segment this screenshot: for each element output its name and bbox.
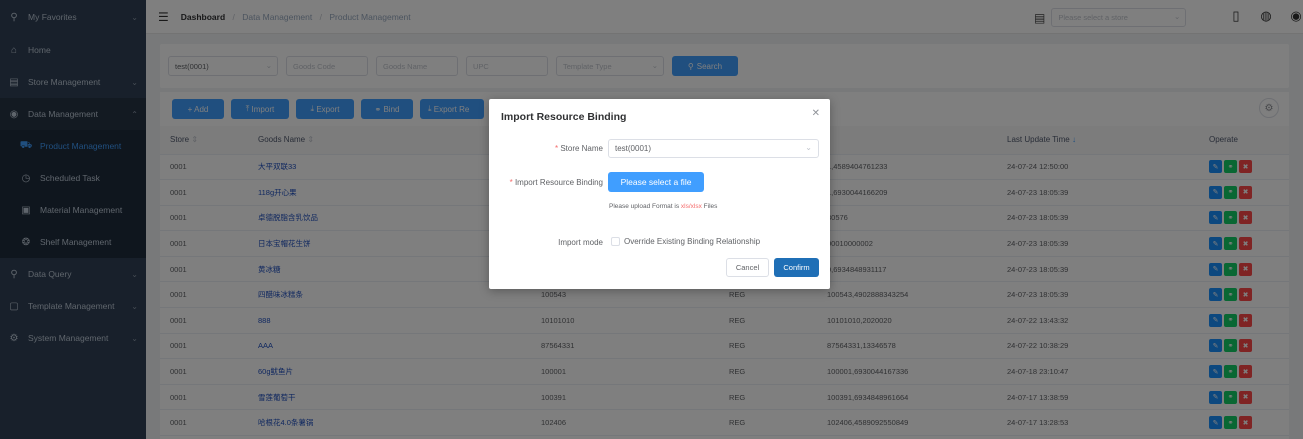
dialog-store-select[interactable]: test(0001) ⌄	[608, 139, 819, 158]
dialog-title: Import Resource Binding	[501, 111, 627, 123]
upload-format-tip: Please upload Format is xls/xlsx Files	[609, 203, 718, 210]
override-checkbox-label: Override Existing Binding Relationship	[624, 237, 761, 246]
dialog-store-value: test(0001)	[615, 144, 652, 153]
import-resource-binding-dialog: Import Resource Binding ✕ * Store Name t…	[489, 99, 830, 289]
chevron-down-icon: ⌄	[805, 143, 812, 152]
close-icon[interactable]: ✕	[812, 108, 820, 119]
import-resource-binding-label: * Import Resource Binding	[509, 178, 603, 187]
import-mode-label: Import mode	[558, 238, 603, 247]
override-checkbox[interactable]: Override Existing Binding Relationship	[611, 237, 760, 246]
select-file-button[interactable]: Please select a file	[608, 172, 704, 192]
cancel-button[interactable]: Cancel	[726, 258, 769, 277]
confirm-button[interactable]: Confirm	[774, 258, 819, 277]
store-name-label: * Store Name	[554, 144, 603, 153]
checkbox-box[interactable]	[611, 237, 620, 246]
